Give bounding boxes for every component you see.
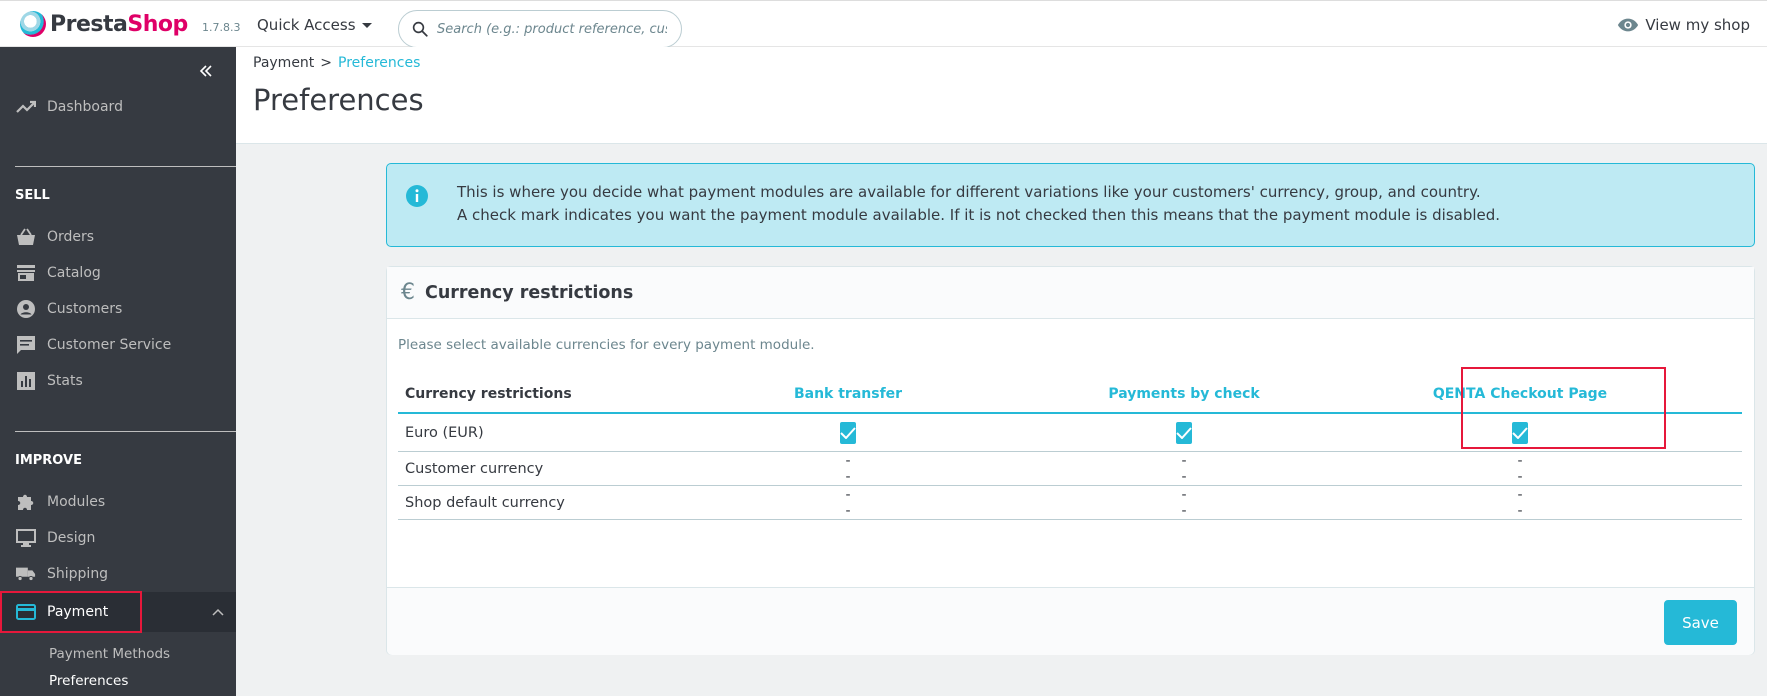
prestashop-logo-icon (20, 11, 46, 37)
sidebar-item-label: Design (47, 530, 96, 546)
sidebar-item-customer-service[interactable]: Customer Service (0, 327, 236, 363)
search-icon (412, 21, 428, 37)
table-row: Shop default currency -- -- -- (398, 486, 1742, 519)
chevron-up-icon (212, 604, 224, 620)
panel-footer: Save (387, 587, 1754, 655)
sidebar-item-label: Modules (47, 494, 106, 510)
panel-description: Please select available currencies for e… (398, 337, 815, 353)
breadcrumb-separator: > (320, 55, 333, 71)
breadcrumb-current[interactable]: Preferences (338, 55, 420, 71)
sidebar-item-label: Catalog (47, 265, 101, 281)
sidebar-section-improve: IMPROVE (15, 453, 82, 468)
truck-icon (16, 564, 36, 584)
caret-down-icon (361, 23, 372, 28)
eye-icon (1618, 18, 1639, 32)
view-my-shop-label: View my shop (1645, 16, 1750, 34)
sidebar-item-label: Customer Service (47, 337, 172, 353)
sidebar-item-label: Stats (47, 373, 83, 389)
sidebar-item-stats[interactable]: Stats (0, 363, 236, 399)
quick-access-label: Quick Access (257, 16, 356, 34)
sidebar-item-modules[interactable]: Modules (0, 484, 236, 520)
sidebar-divider (15, 431, 236, 432)
logo-text: PrestaShop (50, 11, 188, 37)
checkbox-eur-qenta-checkout[interactable] (1512, 421, 1528, 444)
check-icon (1512, 426, 1528, 439)
prestashop-logo[interactable]: PrestaShop (20, 11, 188, 37)
sidebar-subitem-preferences[interactable]: Preferences (49, 673, 128, 689)
bar-chart-icon (16, 371, 36, 391)
checkbox-eur-payments-by-check[interactable] (1176, 421, 1192, 444)
column-header-qenta-checkout[interactable]: QENTA Checkout Page (1433, 386, 1607, 402)
currency-restrictions-panel: € Currency restrictions Please select av… (386, 266, 1755, 655)
check-icon (840, 426, 856, 439)
search-bar[interactable] (398, 10, 682, 48)
desktop-icon (16, 528, 36, 548)
column-header-currency: Currency restrictions (405, 386, 572, 402)
sidebar-section-sell: SELL (15, 188, 50, 203)
breadcrumb-parent[interactable]: Payment (253, 55, 314, 71)
sidebar-item-orders[interactable]: Orders (0, 219, 236, 255)
row-label: Customer currency (405, 460, 544, 477)
row-label: Euro (EUR) (405, 424, 484, 441)
cell-empty: -- (1517, 452, 1523, 485)
sidebar-item-label: Dashboard (47, 99, 123, 115)
view-my-shop-link[interactable]: View my shop (1617, 16, 1750, 34)
info-icon (406, 185, 428, 207)
sidebar-item-label: Orders (47, 229, 95, 245)
sidebar-item-catalog[interactable]: Catalog (0, 255, 236, 291)
version-label: 1.7.8.3 (202, 21, 241, 34)
sidebar-item-label: Shipping (47, 566, 109, 582)
table-row: Euro (EUR) (398, 414, 1742, 451)
save-button[interactable]: Save (1664, 600, 1737, 645)
check-icon (1176, 426, 1192, 439)
panel-heading: € Currency restrictions (387, 267, 1754, 319)
table-row: Customer currency -- -- -- (398, 452, 1742, 485)
quick-access-dropdown[interactable]: Quick Access (257, 16, 372, 34)
cell-empty: -- (1181, 486, 1187, 519)
sidebar-item-label: Customers (47, 301, 123, 317)
table-row-divider (398, 519, 1742, 520)
cell-empty: -- (1517, 486, 1523, 519)
euro-icon: € (401, 280, 415, 305)
breadcrumb: Payment > Preferences (253, 55, 420, 71)
chat-icon (16, 335, 36, 355)
cell-empty: -- (845, 486, 851, 519)
page-header: Payment > Preferences Preferences (236, 47, 1767, 144)
checkbox-eur-bank-transfer[interactable] (840, 421, 856, 444)
search-input[interactable] (437, 21, 667, 37)
alert-text-line1: This is where you decide what payment mo… (457, 183, 1481, 201)
table-header-row: Currency restrictions Bank transfer Paym… (398, 384, 1742, 404)
store-icon (16, 263, 36, 283)
account-circle-icon (16, 299, 36, 319)
sidebar-item-customers[interactable]: Customers (0, 291, 236, 327)
row-label: Shop default currency (405, 494, 565, 511)
panel-title: Currency restrictions (425, 282, 634, 303)
info-alert: This is where you decide what payment mo… (386, 163, 1755, 247)
alert-text-line2: A check mark indicates you want the paym… (457, 206, 1501, 224)
sidebar-item-dashboard[interactable]: Dashboard (0, 89, 236, 125)
double-chevron-left-icon (199, 65, 212, 77)
cell-empty: -- (1181, 452, 1187, 485)
sidebar-item-design[interactable]: Design (0, 520, 236, 556)
sidebar-item-shipping[interactable]: Shipping (0, 556, 236, 592)
sidebar: Dashboard SELL Orders Catalog Customers … (0, 47, 236, 696)
sidebar-item-payment[interactable]: Payment (0, 592, 236, 632)
collapse-sidebar-button[interactable] (196, 61, 216, 81)
column-header-bank-transfer[interactable]: Bank transfer (794, 386, 902, 402)
trending-up-icon (16, 97, 36, 117)
page-title: Preferences (253, 83, 424, 117)
credit-card-icon (16, 602, 36, 622)
sidebar-item-label: Payment (47, 604, 109, 620)
shopping-basket-icon (16, 227, 36, 247)
puzzle-icon (16, 492, 36, 512)
sidebar-subitem-payment-methods[interactable]: Payment Methods (49, 646, 170, 662)
cell-empty: -- (845, 452, 851, 485)
sidebar-divider (15, 166, 236, 167)
column-header-payments-by-check[interactable]: Payments by check (1108, 386, 1259, 402)
top-header: PrestaShop 1.7.8.3 Quick Access View my … (0, 0, 1767, 48)
